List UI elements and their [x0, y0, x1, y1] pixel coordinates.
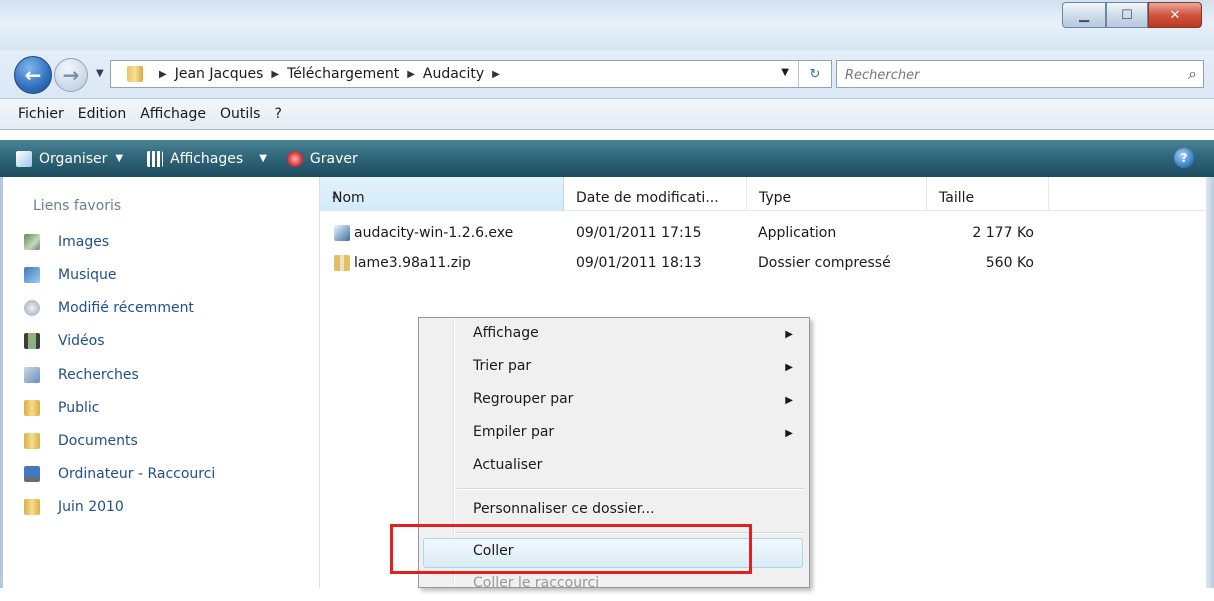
- table-row[interactable]: audacity-win-1.2.6.exe 09/01/2011 17:15 …: [320, 221, 1050, 245]
- zip-icon: [334, 255, 350, 271]
- column-headers: ▲ Nom Date de modificati... Type Taille: [320, 177, 1214, 211]
- submenu-arrow-icon: ▶: [785, 329, 793, 340]
- sidebar-item-music[interactable]: Musique: [24, 267, 117, 283]
- sidebar-item-documents[interactable]: Documents: [24, 433, 138, 449]
- file-date: 09/01/2011 17:15: [576, 225, 702, 241]
- breadcrumb-separator-icon[interactable]: ▶: [407, 69, 415, 80]
- submenu-arrow-icon: ▶: [785, 428, 793, 439]
- menu-item-personnaliser[interactable]: Personnaliser ce dossier...: [419, 495, 809, 527]
- sidebar-item-images[interactable]: Images: [24, 234, 109, 250]
- file-size: 2 177 Ko: [972, 225, 1034, 241]
- sidebar-item-videos[interactable]: Vidéos: [24, 333, 105, 349]
- folder-icon: [24, 433, 40, 449]
- help-icon[interactable]: ?: [1174, 148, 1194, 168]
- favorites-pane: Liens favoris Images Musique Modifié réc…: [0, 177, 320, 588]
- views-button[interactable]: Affichages ▼: [147, 150, 267, 167]
- back-arrow-icon: ←: [24, 63, 42, 87]
- close-button[interactable]: ✕: [1148, 2, 1202, 28]
- favorites-title: Liens favoris: [33, 198, 122, 214]
- submenu-arrow-icon: ▶: [785, 395, 793, 406]
- close-icon: ✕: [1169, 7, 1181, 23]
- chevron-down-icon: ▼: [259, 153, 267, 164]
- annotation-highlight-box: [390, 524, 752, 574]
- menu-bar: Fichier Edition Affichage Outils ?: [0, 98, 1214, 130]
- table-row[interactable]: lame3.98a11.zip 09/01/2011 18:13 Dossier…: [320, 251, 1050, 275]
- minimize-icon: ▁: [1079, 7, 1089, 23]
- sidebar-item-searches[interactable]: Recherches: [24, 367, 139, 383]
- menu-item-affichage[interactable]: Affichage ▶: [419, 319, 809, 351]
- file-name: lame3.98a11.zip: [354, 255, 471, 271]
- images-icon: [24, 234, 40, 250]
- burn-button[interactable]: Graver: [286, 150, 358, 167]
- search-input[interactable]: [843, 64, 1167, 86]
- sidebar-item-recent[interactable]: Modifié récemment: [24, 300, 194, 316]
- maximize-icon: ☐: [1121, 7, 1133, 23]
- search-icon[interactable]: ⌕: [1188, 64, 1197, 84]
- menu-outils[interactable]: Outils: [220, 106, 260, 122]
- breadcrumb-separator-icon[interactable]: ▶: [492, 69, 500, 80]
- menu-item-trier-par[interactable]: Trier par ▶: [419, 352, 809, 384]
- back-button[interactable]: ←: [14, 56, 52, 94]
- search-folder-icon: [24, 367, 40, 383]
- address-box[interactable]: ▶ Jean Jacques ▶ Téléchargement ▶ Audacity…: [110, 60, 832, 88]
- sidebar-item-juin-2010[interactable]: Juin 2010: [24, 499, 124, 515]
- folder-icon: [24, 499, 40, 515]
- breadcrumb-audacity[interactable]: Audacity ▶: [423, 66, 508, 82]
- menu-item-empiler-par[interactable]: Empiler par ▶: [419, 418, 809, 450]
- folder-icon: [24, 400, 40, 416]
- organize-icon: [16, 150, 32, 167]
- recent-icon: [24, 300, 40, 316]
- breadcrumb-telechargement[interactable]: Téléchargement ▶: [287, 66, 423, 82]
- burn-icon: [286, 150, 303, 167]
- file-date: 09/01/2011 18:13: [576, 255, 702, 271]
- file-size: 560 Ko: [985, 255, 1034, 271]
- views-icon: [147, 150, 164, 167]
- exe-icon: [334, 225, 350, 241]
- breadcrumb-separator-icon[interactable]: ▶: [159, 69, 167, 80]
- folder-icon: [127, 66, 143, 82]
- breadcrumb-separator-icon[interactable]: ▶: [271, 69, 279, 80]
- column-size[interactable]: Taille: [927, 177, 1049, 211]
- menu-item-actualiser[interactable]: Actualiser: [419, 451, 809, 483]
- command-bar: Organiser ▼ Affichages ▼ Graver ?: [0, 140, 1214, 177]
- refresh-icon: ↻: [809, 66, 821, 82]
- window-controls: ▁ ☐ ✕: [1062, 2, 1202, 28]
- column-name[interactable]: ▲ Nom: [320, 177, 564, 211]
- sidebar-item-computer[interactable]: Ordinateur - Raccourci: [24, 466, 215, 482]
- recent-pages-dropdown[interactable]: ▼: [96, 68, 104, 79]
- search-box[interactable]: ⌕: [836, 60, 1204, 88]
- title-bar: ▁ ☐ ✕: [0, 0, 1214, 50]
- forward-button[interactable]: →: [54, 58, 88, 92]
- refresh-button[interactable]: ↻: [798, 61, 831, 87]
- organize-button[interactable]: Organiser ▼: [16, 150, 124, 167]
- menu-separator: [457, 488, 805, 490]
- submenu-arrow-icon: ▶: [785, 362, 793, 373]
- menu-item-regrouper-par[interactable]: Regrouper par ▶: [419, 385, 809, 417]
- window-border: [1206, 177, 1214, 588]
- chevron-down-icon: ▼: [115, 153, 124, 164]
- sidebar-item-public[interactable]: Public: [24, 400, 99, 416]
- column-date[interactable]: Date de modificati...: [564, 177, 747, 211]
- address-bar-area: ← → ▼ ▶ Jean Jacques ▶ Téléchargement ▶ Au…: [0, 50, 1214, 98]
- column-type[interactable]: Type: [747, 177, 927, 211]
- file-type: Application: [758, 225, 837, 241]
- forward-arrow-icon: →: [62, 63, 80, 87]
- computer-icon: [24, 466, 40, 482]
- address-dropdown-icon[interactable]: ▼: [781, 67, 789, 78]
- minimize-button[interactable]: ▁: [1062, 2, 1106, 28]
- menu-affichage[interactable]: Affichage: [140, 106, 206, 122]
- music-icon: [24, 267, 40, 283]
- menu-edition[interactable]: Edition: [78, 106, 126, 122]
- maximize-button[interactable]: ☐: [1106, 2, 1148, 28]
- menu-help[interactable]: ?: [274, 106, 281, 122]
- breadcrumb-jean-jacques[interactable]: Jean Jacques ▶: [175, 66, 287, 82]
- video-icon: [24, 333, 40, 349]
- file-name: audacity-win-1.2.6.exe: [354, 225, 514, 241]
- file-type: Dossier compressé: [758, 255, 891, 271]
- menu-fichier[interactable]: Fichier: [18, 106, 64, 122]
